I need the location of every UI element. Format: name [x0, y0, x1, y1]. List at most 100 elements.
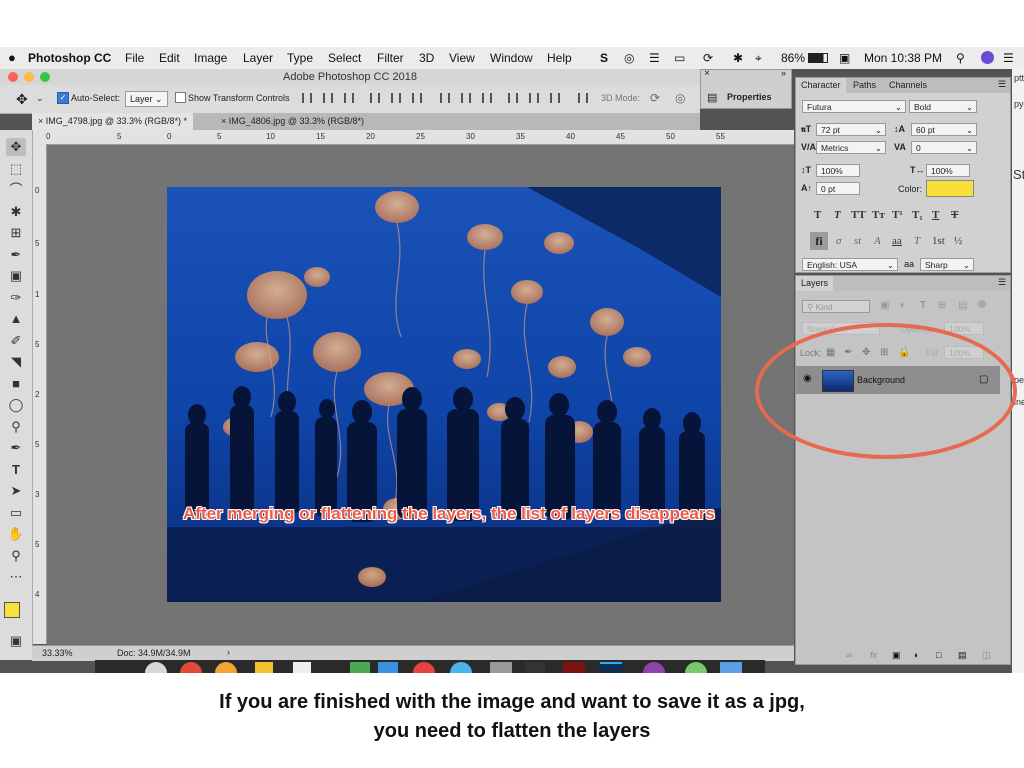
display-icon[interactable]: ▣ [839, 51, 850, 65]
photoshop-dock-icon[interactable] [600, 662, 622, 673]
eyedropper-tool-icon[interactable]: ✒ [6, 246, 26, 264]
status-s-icon[interactable]: S [600, 51, 608, 65]
distribute-top-icon[interactable] [440, 93, 450, 103]
airplay-icon[interactable]: ▭ [674, 51, 685, 65]
new-layer-icon[interactable]: ▤ [958, 650, 967, 661]
tab-character[interactable]: Character [796, 78, 846, 93]
align-bottom-icon[interactable] [344, 93, 354, 103]
menu-app-name[interactable]: Photoshop CC [28, 51, 111, 65]
panel-menu-icon[interactable]: ☰ [998, 277, 1006, 288]
spotlight-search-icon[interactable]: ⚲ [956, 51, 965, 65]
app-store-dock-icon[interactable] [720, 662, 742, 673]
notes-dock-icon[interactable] [255, 662, 273, 673]
old-style-button[interactable]: σ [836, 235, 841, 247]
trash-icon[interactable]: ◫ [982, 650, 991, 661]
crop-tool-icon[interactable]: ⊞ [6, 224, 26, 242]
minimize-window-button[interactable] [24, 72, 34, 82]
zoom-tool-icon[interactable]: ⚲ [6, 547, 26, 565]
menu-image[interactable]: Image [194, 51, 227, 65]
dodge-tool-icon[interactable]: ⚲ [6, 418, 26, 436]
menu-filter[interactable]: Filter [377, 51, 404, 65]
more-tools-icon[interactable]: ⋯ [6, 568, 26, 586]
filter-pixel-icon[interactable]: ▣ [880, 300, 889, 311]
adjustment-layer-icon[interactable]: ◐ [914, 650, 919, 660]
leading-field[interactable]: 60 pt ⌄ [911, 123, 977, 136]
document-image[interactable] [167, 187, 721, 602]
distribute-left-icon[interactable] [508, 93, 518, 103]
menu-type[interactable]: Type [287, 51, 313, 65]
safari-dock-icon[interactable] [450, 662, 472, 673]
properties-panel-collapsed[interactable]: × » ▤ Properties [700, 68, 792, 109]
menu-window[interactable]: Window [490, 51, 533, 65]
all-caps-button[interactable]: TT [851, 209, 866, 221]
font-family-select[interactable]: Futura ⌄ [802, 100, 906, 113]
eraser-tool-icon[interactable]: ◥ [6, 353, 26, 371]
menubar-clock[interactable]: Mon 10:38 PM [864, 51, 942, 65]
messages-dock-icon[interactable] [685, 662, 707, 673]
close-icon[interactable]: × [704, 68, 710, 79]
filter-smart-object-icon[interactable]: ▤ [958, 300, 967, 311]
menu-select[interactable]: Select [328, 51, 361, 65]
new-group-icon[interactable]: □ [936, 650, 941, 660]
menu-file[interactable]: File [125, 51, 144, 65]
chrome-dock-icon[interactable] [180, 662, 202, 673]
rectangle-tool-icon[interactable]: ▭ [6, 504, 26, 522]
photos-dock-icon[interactable] [215, 662, 237, 673]
fractions-button[interactable]: ½ [954, 235, 962, 247]
tab-img-4798[interactable]: × IMG_4798.jpg @ 33.3% (RGB/8*) * [32, 113, 193, 130]
tab-img-4806[interactable]: × IMG_4806.jpg @ 33.3% (RGB/8*) [215, 113, 370, 130]
small-caps-button[interactable]: Tт [872, 209, 885, 221]
layer-effects-icon[interactable]: fx [870, 650, 877, 660]
zoom-window-button[interactable] [40, 72, 50, 82]
keynote-dock-icon[interactable] [378, 662, 398, 673]
tab-layers[interactable]: Layers [796, 276, 834, 291]
close-icon[interactable]: × [38, 116, 43, 126]
titling-alternates-button[interactable]: T [914, 235, 920, 247]
menu-edit[interactable]: Edit [159, 51, 180, 65]
orbit-3d-icon[interactable]: ⟳ [650, 91, 660, 105]
finder-dock-icon[interactable] [145, 662, 167, 673]
move-tool-preset-icon[interactable]: ✥ [16, 91, 28, 108]
filter-kind-select[interactable]: ⚲ Kind [802, 300, 870, 313]
filter-adjustment-icon[interactable]: ◐ [900, 300, 906, 311]
app-dock-icon[interactable] [525, 662, 545, 673]
zoom-level[interactable]: 33.33% [42, 648, 73, 658]
system-prefs-dock-icon[interactable] [490, 662, 512, 673]
align-vcenter-icon[interactable] [323, 93, 333, 103]
auto-align-icon[interactable] [578, 93, 588, 103]
distribute-vcenter-icon[interactable] [461, 93, 471, 103]
font-size-field[interactable]: 72 pt ⌄ [816, 123, 886, 136]
strikethrough-button[interactable]: T [951, 209, 958, 221]
align-hcenter-icon[interactable] [391, 93, 401, 103]
quick-mask-icon[interactable]: ▣ [6, 632, 26, 650]
language-select[interactable]: English: USA ⌄ [802, 258, 898, 271]
battery-icon[interactable] [808, 53, 828, 63]
bluetooth-icon[interactable]: ✱ [733, 51, 743, 65]
align-right-icon[interactable] [412, 93, 422, 103]
menu-layer[interactable]: Layer [243, 51, 273, 65]
filter-type-icon[interactable]: T [920, 300, 926, 311]
clone-stamp-icon[interactable]: ▲ [6, 310, 26, 328]
auto-select-dropdown[interactable]: Layer ⌄ [125, 91, 168, 107]
collapse-icon[interactable]: » [781, 68, 786, 78]
discretionary-ligatures-button[interactable]: st [854, 235, 861, 247]
numbers-dock-icon[interactable] [350, 662, 370, 673]
siri-icon[interactable] [981, 51, 994, 64]
menu-3d[interactable]: 3D [419, 51, 434, 65]
tracking-field[interactable]: 0 ⌄ [911, 141, 977, 154]
ordinals-button[interactable]: 1st [932, 235, 945, 247]
quick-select-tool-icon[interactable]: ✱ [6, 203, 26, 221]
close-icon[interactable]: × [221, 116, 226, 126]
ligatures-button[interactable]: fi [810, 232, 828, 250]
wifi-icon[interactable]: ⌖ [755, 51, 762, 66]
text-color-swatch[interactable] [926, 180, 974, 197]
gradient-tool-icon[interactable]: ■ [6, 375, 26, 393]
distribute-bottom-icon[interactable] [482, 93, 492, 103]
foreground-color-swatch[interactable] [4, 602, 20, 618]
kerning-field[interactable]: Metrics ⌄ [816, 141, 886, 154]
history-brush-icon[interactable]: ✐ [6, 332, 26, 350]
tab-paths[interactable]: Paths [848, 78, 881, 93]
faux-italic-button[interactable]: T [834, 209, 841, 221]
brush-tool-icon[interactable]: ✑ [6, 289, 26, 307]
link-layers-icon[interactable]: ∞ [846, 650, 852, 660]
